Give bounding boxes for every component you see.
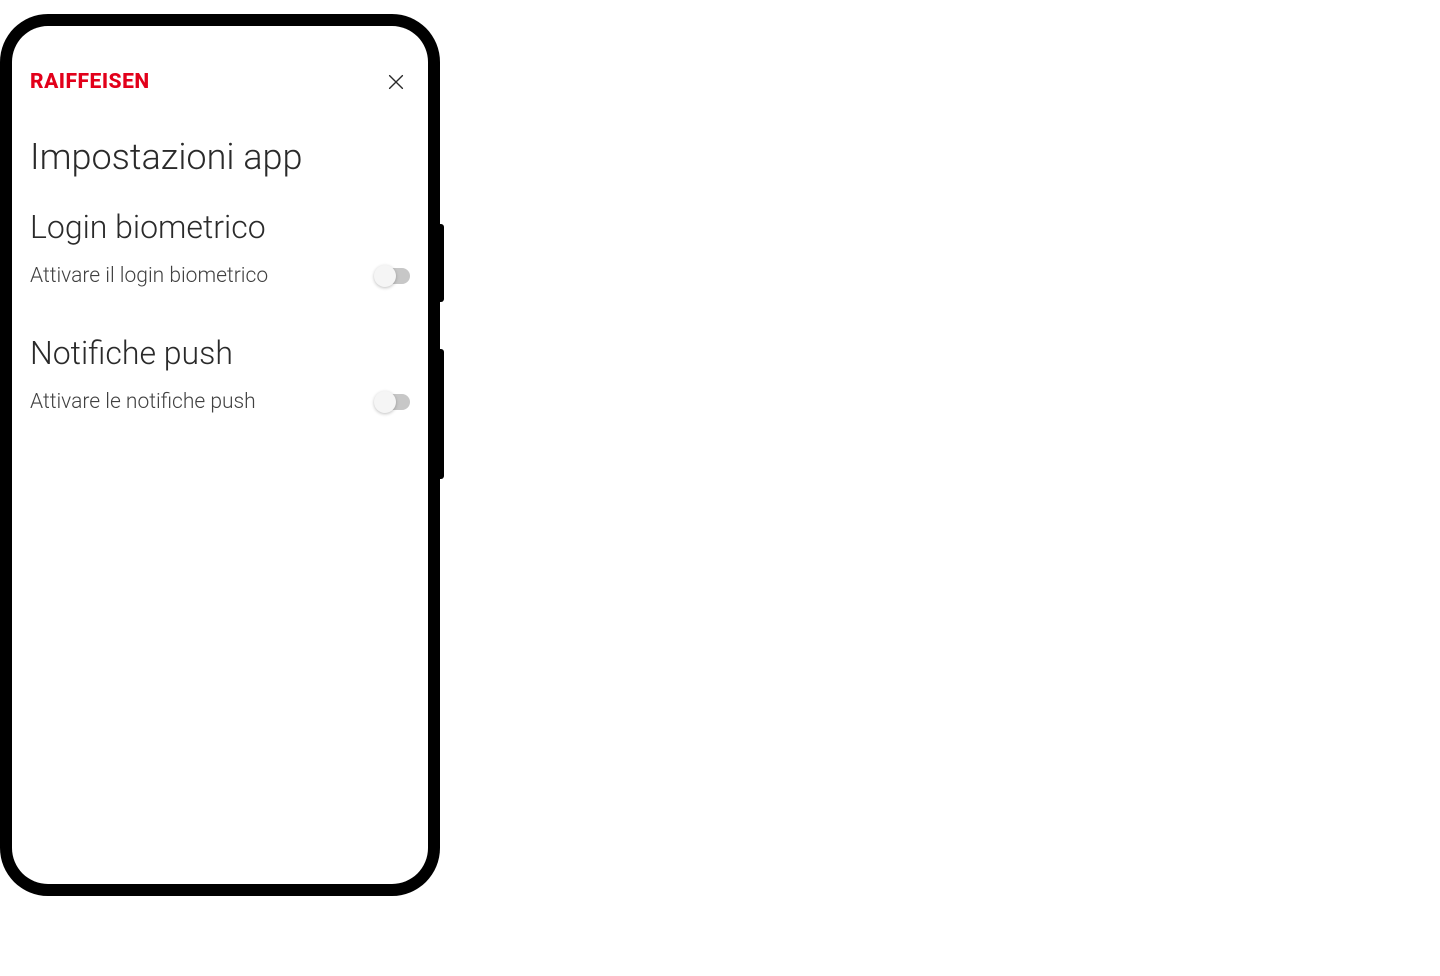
setting-row-push: Attivare le notifiche push <box>30 390 410 414</box>
setting-label-biometric: Attivare il login biometrico <box>30 264 268 288</box>
phone-side-button-bottom <box>438 349 444 479</box>
close-button[interactable] <box>382 68 410 96</box>
toggle-push-notifications[interactable] <box>376 394 410 410</box>
toggle-knob <box>374 391 396 413</box>
section-title-push: Notifiche push <box>30 334 410 372</box>
setting-label-push: Attivare le notifiche push <box>30 390 256 414</box>
app-content: RAIFFEISEN Impostazioni app Login biomet… <box>12 26 428 414</box>
phone-side-button-top <box>438 224 444 302</box>
brand-logo: RAIFFEISEN <box>30 70 150 94</box>
toggle-knob <box>374 265 396 287</box>
setting-row-biometric: Attivare il login biometrico <box>30 264 410 288</box>
phone-device-frame: RAIFFEISEN Impostazioni app Login biomet… <box>0 14 440 896</box>
app-header: RAIFFEISEN <box>30 26 410 112</box>
close-icon <box>385 71 407 93</box>
phone-screen: RAIFFEISEN Impostazioni app Login biomet… <box>12 26 428 884</box>
toggle-biometric-login[interactable] <box>376 268 410 284</box>
page-title: Impostazioni app <box>30 136 410 178</box>
section-title-biometric: Login biometrico <box>30 208 410 246</box>
